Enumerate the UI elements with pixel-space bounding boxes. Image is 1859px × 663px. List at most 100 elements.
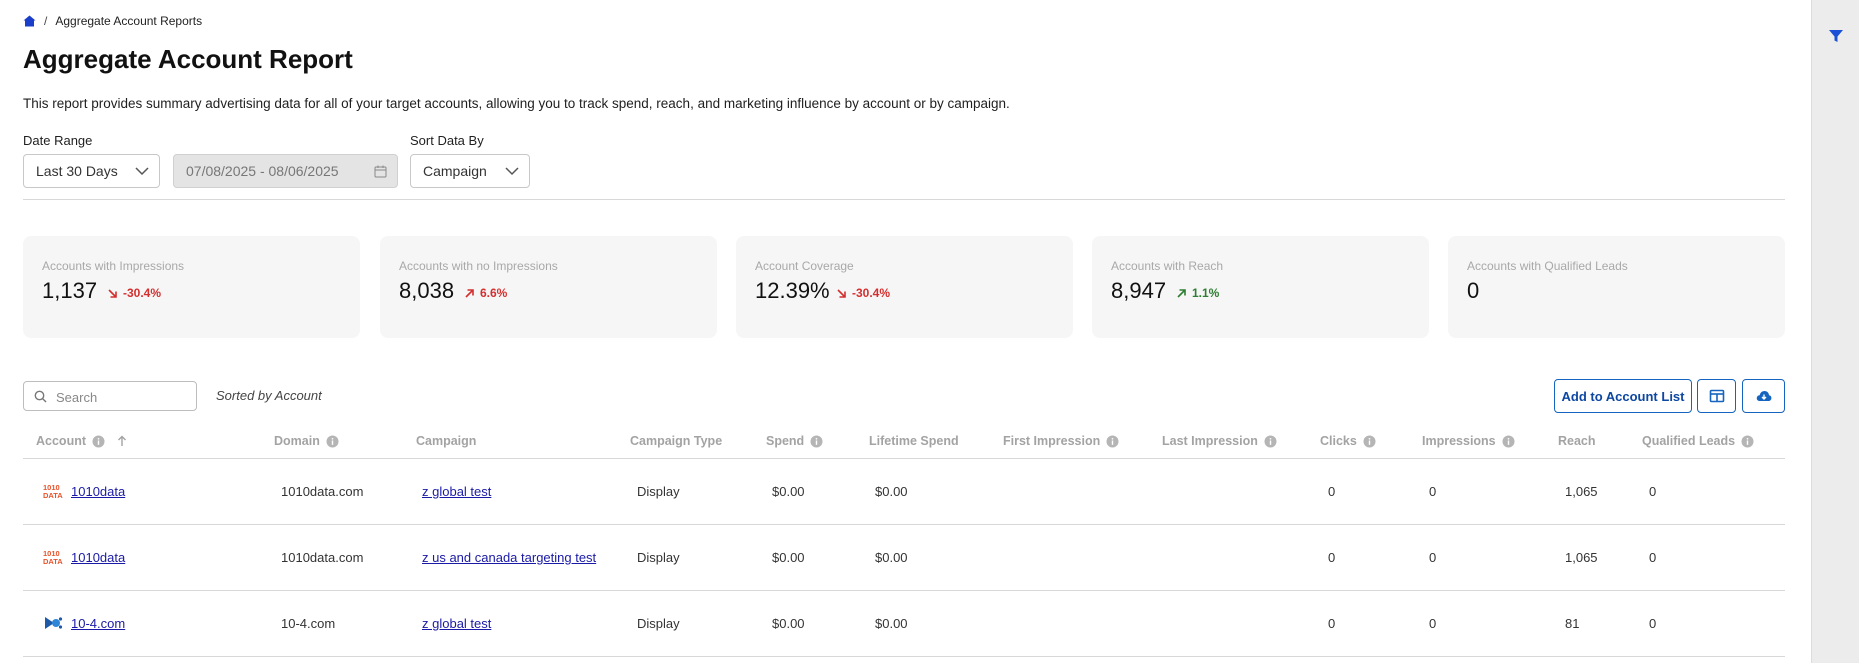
stat-label: Accounts with no Impressions [399,259,558,273]
add-to-account-list-button[interactable]: Add to Account List [1554,379,1692,413]
columns-button[interactable] [1697,379,1736,413]
column-header-label: Account [36,434,86,448]
search-box [23,381,197,411]
column-header-first-impression[interactable]: First Impression [1003,434,1119,448]
campaign-type-cell: Display [637,550,680,565]
account-link[interactable]: 1010data [71,550,125,565]
campaign-link[interactable]: z global test [422,484,491,499]
stat-delta-value: 6.6% [480,286,508,300]
campaign-type-cell: Display [637,616,680,631]
stat-value: 8,038 [399,278,455,303]
column-header-label: Campaign Type [630,434,723,448]
impressions-cell: 0 [1429,484,1437,499]
stat-card-accounts-qualified-leads: Accounts with Qualified Leads 0 [1448,236,1785,338]
account-link[interactable]: 1010data [71,484,125,499]
info-icon[interactable] [1363,435,1376,448]
stat-label: Accounts with Impressions [42,259,185,273]
column-header-label: Reach [1558,434,1596,448]
campaign-link[interactable]: z us and canada targeting test [422,550,596,565]
campaign-type-cell: Display [637,484,680,499]
column-header-qualified-leads[interactable]: Qualified Leads [1642,434,1754,448]
stat-delta-value: -30.4% [852,286,891,300]
qualified-leads-cell: 0 [1649,484,1657,499]
lifetime-spend-cell: $0.00 [875,550,908,565]
info-icon[interactable] [1106,435,1119,448]
stat-delta: 1.1% [1176,286,1219,300]
info-icon[interactable] [92,435,105,448]
column-header-label: Domain [274,434,320,448]
table-row: 1010 DATA 1010data 1010data.com z global… [23,459,1785,525]
chevron-down-icon [505,167,519,176]
stat-delta: 6.6% [464,286,507,300]
stat-value: 8,947 [1111,278,1167,303]
domain-cell: 1010data.com [281,484,364,499]
stat-card-account-coverage: Account Coverage 12.39% -30.4% [736,236,1073,338]
column-header-spend[interactable]: Spend [766,434,823,448]
info-icon[interactable] [810,435,823,448]
campaign-link[interactable]: z global test [422,616,491,631]
sort-ascending-icon[interactable] [117,435,127,447]
filter-rail [1811,0,1859,663]
column-header-campaign[interactable]: Campaign [416,434,476,448]
spend-cell: $0.00 [772,484,805,499]
impressions-cell: 0 [1429,550,1437,565]
impressions-cell: 0 [1429,616,1437,631]
domain-cell: 10-4.com [281,616,336,631]
info-icon[interactable] [1502,435,1515,448]
10-4-logo-icon [45,617,63,629]
column-header-domain[interactable]: Domain [274,434,339,448]
column-header-label: Last Impression [1162,434,1258,448]
column-header-account[interactable]: Account [36,434,127,448]
info-icon[interactable] [326,435,339,448]
column-header-impressions[interactable]: Impressions [1422,434,1515,448]
column-header-label: Impressions [1422,434,1496,448]
sort-by-label: Sort Data By [410,133,484,148]
chevron-down-icon [135,167,149,176]
stat-delta-value: 1.1% [1192,286,1220,300]
column-header-last-impression[interactable]: Last Impression [1162,434,1277,448]
info-icon[interactable] [1741,435,1754,448]
column-header-label: Spend [766,434,805,448]
download-button[interactable] [1742,379,1785,413]
stat-card-accounts-with-impressions: Accounts with Impressions 1,137 -30.4% [23,236,360,338]
column-header-lifetime-spend[interactable]: Lifetime Spend [869,434,959,448]
arrow-down-right-icon [108,288,117,298]
clicks-cell: 0 [1328,616,1336,631]
svg-text:DATA: DATA [43,557,63,566]
search-input[interactable] [56,388,186,406]
stat-delta: -30.4% [836,286,890,300]
breadcrumb-separator: / [44,14,48,28]
cloud-download-icon [1756,391,1771,401]
lifetime-spend-cell: $0.00 [875,484,908,499]
sort-by-value: Campaign [423,163,487,179]
date-range-input: 07/08/2025 - 08/06/2025 [173,154,398,188]
column-header-label: First Impression [1003,434,1101,448]
column-header-clicks[interactable]: Clicks [1320,434,1376,448]
column-header-campaign-type[interactable]: Campaign Type [630,434,722,448]
table-row: 1010 DATA 1010data 1010data.com z us and… [23,525,1785,591]
home-icon[interactable] [23,15,36,27]
svg-text:DATA: DATA [43,491,63,500]
stat-value: 0 [1467,278,1480,303]
calendar-icon [374,165,387,178]
arrow-down-right-icon [837,288,846,298]
sort-by-select[interactable]: Campaign [410,154,530,188]
main-content: / Aggregate Account Reports Aggregate Ac… [0,0,1811,663]
date-range-label: Date Range [23,133,93,148]
date-range-value: Last 30 Days [36,163,118,179]
date-range-input-value: 07/08/2025 - 08/06/2025 [186,163,339,179]
reach-cell: 1,065 [1565,484,1598,499]
column-header-reach[interactable]: Reach [1558,434,1596,448]
reach-cell: 81 [1565,616,1580,631]
stat-card-accounts-with-reach: Accounts with Reach 8,947 1.1% [1092,236,1429,338]
date-range-select[interactable]: Last 30 Days [23,154,160,188]
section-divider [23,199,1785,200]
clicks-cell: 0 [1328,550,1336,565]
arrow-up-right-icon [1177,288,1186,298]
stat-delta: -30.4% [107,286,161,300]
lifetime-spend-cell: $0.00 [875,616,908,631]
filter-icon[interactable] [1826,26,1846,46]
stat-value: 12.39% [755,278,830,303]
account-link[interactable]: 10-4.com [71,616,125,631]
info-icon[interactable] [1264,435,1277,448]
